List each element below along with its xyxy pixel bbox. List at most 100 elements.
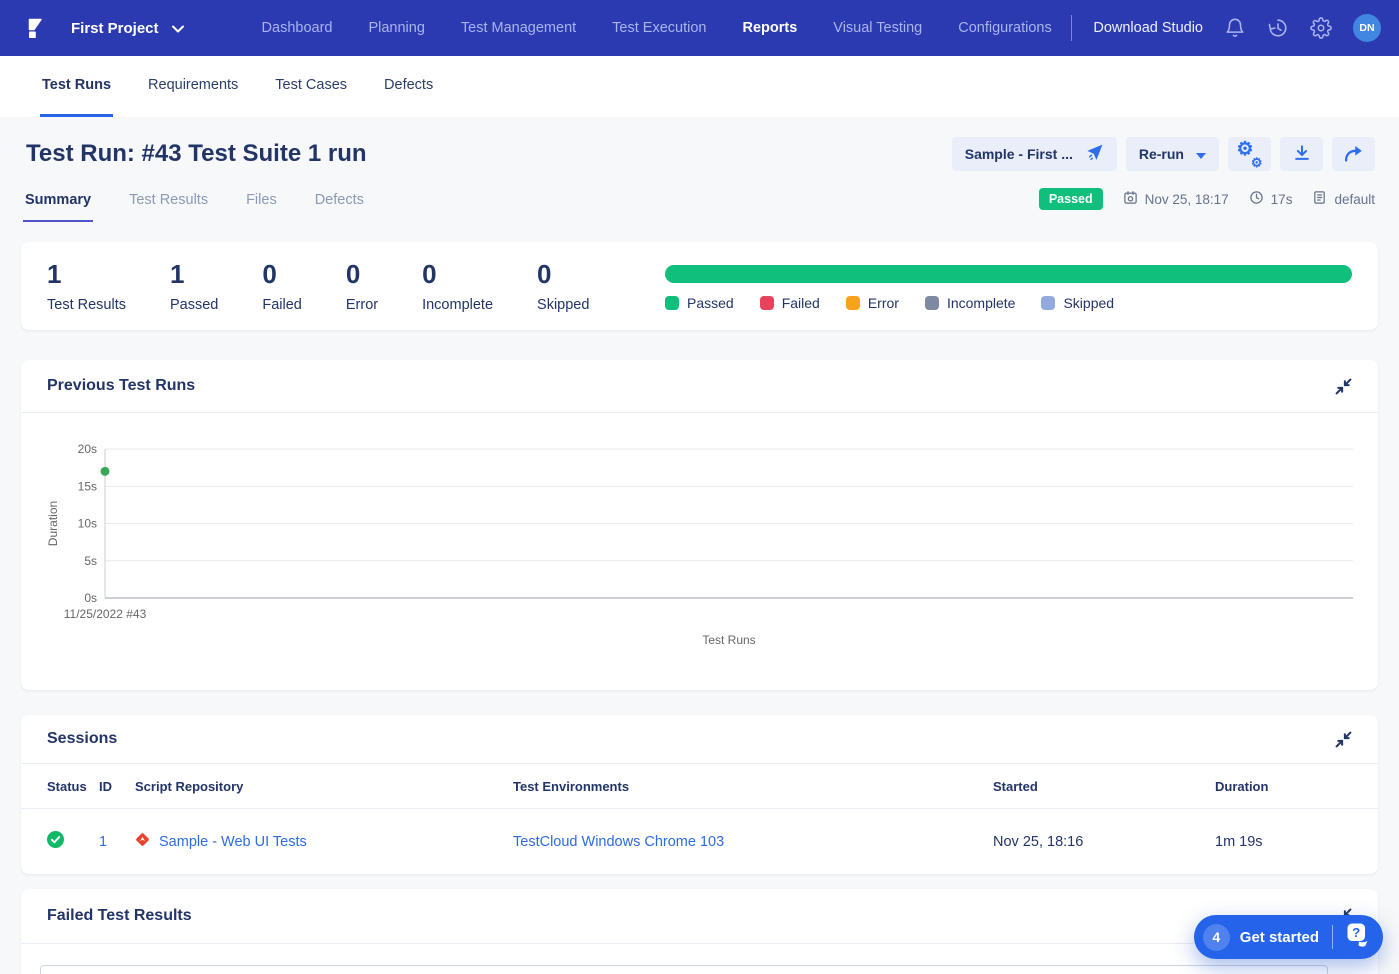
status-badge: Passed	[1038, 188, 1103, 210]
detail-tab-bar: Summary Test Results Files Defects	[23, 192, 366, 222]
stat-skipped-value: 0	[537, 259, 552, 289]
rerun-button[interactable]: Re-run	[1125, 137, 1219, 171]
stat-test-results-value: 1	[47, 259, 62, 289]
svg-text:0s: 0s	[84, 591, 97, 605]
previous-test-runs-title: Previous Test Runs	[47, 377, 196, 395]
project-selector[interactable]: First Project	[71, 20, 184, 37]
legend-incomplete: Incomplete	[924, 295, 1015, 311]
chevron-down-icon	[171, 20, 184, 37]
tab-summary[interactable]: Summary	[23, 192, 94, 222]
app-root: First Project Dashboard Planning Test Ma…	[0, 0, 1399, 974]
col-test-environments: Test Environments	[513, 778, 630, 794]
stat-incomplete-label: Incomplete	[422, 297, 494, 314]
profile-document-icon	[1312, 190, 1327, 208]
get-started-button[interactable]: 4 Get started ?	[1193, 915, 1383, 959]
configure-gears-button[interactable]: ⚙ ⚙	[1228, 137, 1271, 171]
execution-profile-button[interactable]: Sample - First ...	[951, 137, 1117, 171]
nav-item-configurations[interactable]: Configurations	[958, 20, 1052, 36]
stat-error-label: Error	[345, 297, 379, 314]
svg-text:Duration: Duration	[46, 501, 60, 546]
top-navbar: First Project Dashboard Planning Test Ma…	[0, 0, 1399, 56]
settings-gear-icon[interactable]	[1310, 17, 1332, 39]
tab-files[interactable]: Files	[244, 192, 279, 222]
detail-row: Summary Test Results Files Defects Passe…	[0, 171, 1399, 222]
tab-test-cases[interactable]: Test Cases	[273, 56, 349, 117]
download-icon	[1292, 143, 1312, 166]
tab-test-runs[interactable]: Test Runs	[40, 56, 114, 117]
legend-passed: Passed	[665, 295, 734, 311]
collapse-icon[interactable]	[1335, 378, 1352, 395]
calendar-icon	[1123, 190, 1138, 208]
nav-item-dashboard[interactable]: Dashboard	[262, 20, 333, 36]
status-legend: Passed Failed Error Incomplete Skipped	[665, 295, 1352, 311]
status-bar-area: Passed Failed Error Incomplete Skipped	[665, 261, 1352, 311]
stat-test-results-label: Test Results	[47, 297, 126, 314]
tab-detail-defects[interactable]: Defects	[313, 192, 366, 222]
share-arrow-icon	[1343, 144, 1364, 165]
history-icon[interactable]	[1267, 17, 1289, 39]
execution-profile-label: Sample - First ...	[964, 146, 1073, 162]
tab-defects[interactable]: Defects	[382, 56, 435, 117]
sessions-header: Sessions	[21, 715, 1378, 763]
stat-failed-value: 0	[262, 259, 277, 289]
download-report-button[interactable]	[1280, 137, 1323, 171]
session-started: Nov 25, 18:16	[993, 833, 1084, 850]
legend-failed-label: Failed	[781, 295, 820, 311]
legend-skipped-swatch	[1041, 296, 1056, 310]
tab-test-results[interactable]: Test Results	[127, 192, 210, 222]
legend-failed: Failed	[759, 295, 820, 311]
katalon-logo-icon[interactable]	[20, 15, 47, 42]
stat-error: 0 Error	[345, 259, 379, 314]
previous-test-runs-chart: 0s 5s 10s 15s 20s 11/25/2022 #43 Test Runs Dura…	[21, 413, 1378, 690]
main-nav: Dashboard Planning Test Management Test …	[262, 20, 1052, 36]
session-environment-link[interactable]: TestCloud Windows Chrome 103	[513, 834, 993, 850]
nav-item-test-management[interactable]: Test Management	[461, 20, 576, 36]
download-studio-link[interactable]: Download Studio	[1093, 20, 1203, 36]
stat-skipped: 0 Skipped	[537, 259, 589, 313]
failed-test-results-title: Failed Test Results	[47, 907, 192, 925]
navbar-right: Download Studio DN	[1071, 14, 1381, 42]
rerun-label: Re-run	[1138, 146, 1184, 162]
share-button[interactable]	[1332, 137, 1375, 171]
launch-plane-icon	[1085, 143, 1104, 165]
failed-test-results-header: Failed Test Results	[21, 889, 1378, 943]
stat-passed: 1 Passed	[169, 260, 219, 314]
run-duration-text: 17s	[1270, 191, 1293, 207]
col-script-repository: Script Repository	[135, 778, 244, 794]
module-tab-bar: Test Runs Requirements Test Cases Defect…	[0, 56, 1399, 117]
user-avatar[interactable]: DN	[1353, 14, 1381, 42]
legend-error-swatch	[845, 296, 860, 310]
page-title: Test Run: #43 Test Suite 1 run	[26, 140, 367, 167]
col-id: ID	[99, 778, 112, 794]
svg-text:11/25/2022 #43: 11/25/2022 #43	[64, 607, 147, 621]
col-duration: Duration	[1215, 778, 1269, 794]
session-id-link[interactable]: 1	[99, 834, 135, 850]
tab-requirements[interactable]: Requirements	[146, 56, 240, 117]
get-started-count-badge: 4	[1202, 923, 1230, 951]
collapse-icon[interactable]	[1335, 731, 1352, 748]
stat-passed-label: Passed	[169, 297, 219, 314]
svg-text:10s: 10s	[78, 517, 97, 531]
get-started-label: Get started	[1239, 928, 1319, 946]
stat-error-value: 0	[345, 259, 361, 289]
col-started: Started	[993, 778, 1038, 794]
nav-item-test-execution[interactable]: Test Execution	[612, 20, 706, 36]
nav-item-visual-testing[interactable]: Visual Testing	[833, 20, 922, 36]
legend-error: Error	[845, 295, 899, 311]
session-duration: 1m 19s	[1215, 833, 1263, 850]
session-repo-link[interactable]: Sample - Web UI Tests	[159, 834, 307, 850]
legend-skipped-label: Skipped	[1063, 295, 1115, 311]
svg-text:5s: 5s	[84, 554, 97, 568]
col-status: Status	[47, 778, 87, 794]
notifications-bell-icon[interactable]	[1224, 17, 1246, 39]
result-progress-bar	[665, 265, 1352, 283]
filter-by-name-input[interactable]	[40, 965, 1328, 974]
nav-item-planning[interactable]: Planning	[368, 20, 424, 36]
run-date-text: Nov 25, 18:17	[1144, 191, 1229, 207]
nav-item-reports[interactable]: Reports	[742, 20, 797, 36]
navbar-divider	[1071, 15, 1073, 41]
guide-question-icon: ?	[1344, 921, 1371, 953]
stat-incomplete: 0 Incomplete	[422, 260, 494, 314]
run-date: Nov 25, 18:17	[1123, 190, 1229, 208]
failed-results-filter-row	[21, 944, 1378, 974]
